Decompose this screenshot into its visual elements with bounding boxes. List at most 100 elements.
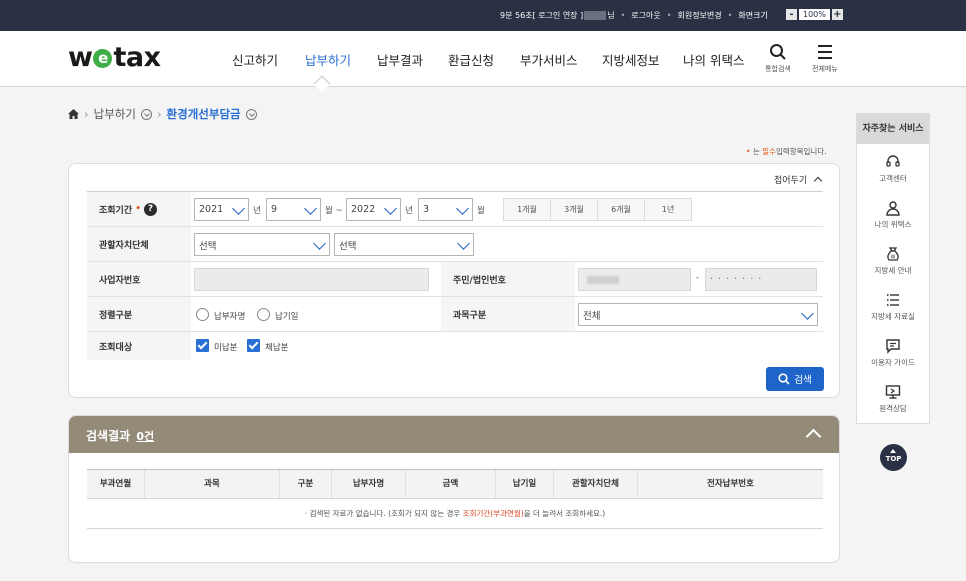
chevron-up-icon <box>813 176 823 186</box>
authority-label: 관할자치단체 <box>87 227 191 261</box>
col-type: 구분 <box>280 470 332 498</box>
sort-duedate-label: 납기일 <box>275 312 299 322</box>
chevron-down-icon <box>304 202 317 215</box>
col-due-date: 납기일 <box>496 470 554 498</box>
col-assess-month: 부과연월 <box>87 470 145 498</box>
monitor-icon <box>885 385 901 399</box>
target-row: 조회대상 미납분 체납분 <box>87 332 823 360</box>
col-epay-number: 전자납부번호 <box>707 479 754 489</box>
sidebar-item-user-guide[interactable]: 이용자 가이드 <box>857 338 929 368</box>
scroll-top-button[interactable]: TOP <box>880 444 907 471</box>
sidebar-item-customer-center[interactable]: 고객센터 <box>857 154 929 184</box>
from-year-select[interactable]: 2021 <box>194 198 249 221</box>
period-6months-button[interactable]: 6개월 <box>597 198 645 221</box>
svg-text:W: W <box>891 255 896 261</box>
active-nav-caret <box>313 75 331 93</box>
chevron-down-icon <box>232 202 245 215</box>
to-year-select[interactable]: 2022 <box>346 198 401 221</box>
zoom-in-button[interactable]: + <box>831 9 843 20</box>
separator-dot: • <box>620 11 626 20</box>
results-title: 검색결과 0건 <box>86 429 155 443</box>
member-edit-link[interactable]: 회원정보변경 <box>677 10 721 21</box>
period-row: 조회기간 • ? 2021 년 9 월 ~ 2022 년 3 월 1개월 3개월… <box>87 192 823 227</box>
authority-city-select[interactable]: 선택 <box>334 233 474 256</box>
idno-back-input[interactable]: · · · · · · · <box>705 268 817 291</box>
month-tilde: 월 ~ <box>325 206 343 216</box>
period-label: 조회기간 • <box>87 192 191 226</box>
col-payer: 납부자명 <box>332 470 406 498</box>
sidebar-item-local-tax-archive[interactable]: 지방세 자료실 <box>857 292 929 322</box>
breadcrumb-separator: › <box>84 107 89 121</box>
sidebar-item-local-tax-guide[interactable]: W 지방세 안내 <box>857 246 929 276</box>
main-header: w e tax 신고하기 납부하기 납부결과 환급신청 부가서비스 지방세정보 나의… <box>0 31 966 93</box>
integrated-search-button[interactable]: 통합검색 <box>758 43 798 74</box>
all-menu-button[interactable]: 전체메뉴 <box>805 43 845 74</box>
sidebar-item-remote-support[interactable]: 원격상담 <box>857 384 929 414</box>
col-authority: 관할자치단체 <box>554 470 638 498</box>
search-button[interactable]: 검색 <box>766 367 824 391</box>
search-icon <box>770 44 786 60</box>
screen-size-label: 화면크기 <box>738 11 768 20</box>
quick-services-sidebar: 자주찾는 서비스 고객센터 나의 위택스 W 지방세 안내 지방세 자료실 이용… <box>856 113 930 424</box>
home-icon[interactable] <box>68 109 79 119</box>
session-timer[interactable]: 9분 56초[ 로그인 연장 ] 님 <box>500 10 615 21</box>
results-table: 부과연월 과목 구분 납부자명 금액 납기일 관할자치단체 전자납부번호 · 검… <box>87 469 823 529</box>
tax-type-select[interactable]: 전체 <box>578 303 818 326</box>
period-1year-button[interactable]: 1년 <box>644 198 692 221</box>
id-row: 사업자번호 주민/법인번호 - · · · · · · · <box>87 262 823 297</box>
year-unit: 년 <box>405 206 413 216</box>
collapse-toggle[interactable]: 접어두기 <box>774 173 823 186</box>
sort-row: 정렬구분 납부자명 납기일 과목구분 전체 <box>87 297 823 332</box>
period-1month-button[interactable]: 1개월 <box>503 198 551 221</box>
results-count: 0건 <box>136 430 155 443</box>
chevron-up-icon[interactable] <box>805 428 822 445</box>
idno-front-input[interactable] <box>578 268 691 291</box>
chat-bubble-icon <box>886 339 900 354</box>
period-3months-button[interactable]: 3개월 <box>550 198 598 221</box>
tax-type-label: 과목구분 <box>441 297 575 331</box>
chevron-down-icon[interactable] <box>245 108 257 120</box>
breadcrumb: › 납부하기 › 환경개선부담금 <box>68 106 257 122</box>
breadcrumb-level1[interactable]: 납부하기 <box>94 106 136 122</box>
hamburger-menu-icon <box>818 45 832 59</box>
chevron-down-icon <box>801 307 814 320</box>
help-icon[interactable]: ? <box>144 203 157 216</box>
sort-duedate-radio[interactable] <box>257 308 270 321</box>
results-header[interactable]: 검색결과 0건 <box>69 416 839 453</box>
sidebar-item-my-wetax[interactable]: 나의 위택스 <box>857 200 929 230</box>
from-month-select[interactable]: 9 <box>266 198 321 221</box>
chevron-down-icon <box>384 202 397 215</box>
results-panel: 검색결과 0건 부과연월 과목 구분 납부자명 금액 납기일 관할자치단체 전자… <box>68 415 840 563</box>
nav-report[interactable]: 신고하기 <box>232 50 278 69</box>
user-icon <box>886 201 900 216</box>
list-icon <box>887 294 899 306</box>
zoom-control: - 100% + <box>786 9 843 20</box>
masked-username <box>584 11 607 20</box>
zoom-out-button[interactable]: - <box>786 9 797 20</box>
chevron-down-icon <box>457 237 470 250</box>
col-amount: 금액 <box>406 470 496 498</box>
sort-payer-radio[interactable] <box>196 308 209 321</box>
nav-payment[interactable]: 납부하기 <box>305 50 351 69</box>
unpaid-checkbox[interactable] <box>196 339 209 352</box>
authority-province-select[interactable]: 선택 <box>194 233 330 256</box>
overdue-label: 체납분 <box>265 343 289 353</box>
bizno-input[interactable] <box>194 268 429 291</box>
headset-icon <box>886 155 900 167</box>
wetax-logo[interactable]: w e tax <box>68 42 161 73</box>
chevron-down-icon <box>456 202 469 215</box>
to-month-select[interactable]: 3 <box>418 198 473 221</box>
nav-payment-result[interactable]: 납부결과 <box>377 50 423 69</box>
idno-label: 주민/법인번호 <box>441 262 575 296</box>
nav-additional-services[interactable]: 부가서비스 <box>520 50 578 69</box>
logout-link[interactable]: 로그아웃 <box>631 10 660 21</box>
overdue-checkbox[interactable] <box>247 339 260 352</box>
separator-dot: • <box>666 11 672 20</box>
chevron-down-icon[interactable] <box>140 108 152 120</box>
breadcrumb-current[interactable]: 환경개선부담금 <box>167 106 241 122</box>
nav-my-wetax[interactable]: 나의 위택스 <box>683 50 744 69</box>
breadcrumb-separator: › <box>156 107 162 121</box>
nav-local-tax-info[interactable]: 지방세정보 <box>602 50 660 69</box>
nav-refund[interactable]: 환급신청 <box>448 50 494 69</box>
id-dash: - <box>696 273 700 283</box>
